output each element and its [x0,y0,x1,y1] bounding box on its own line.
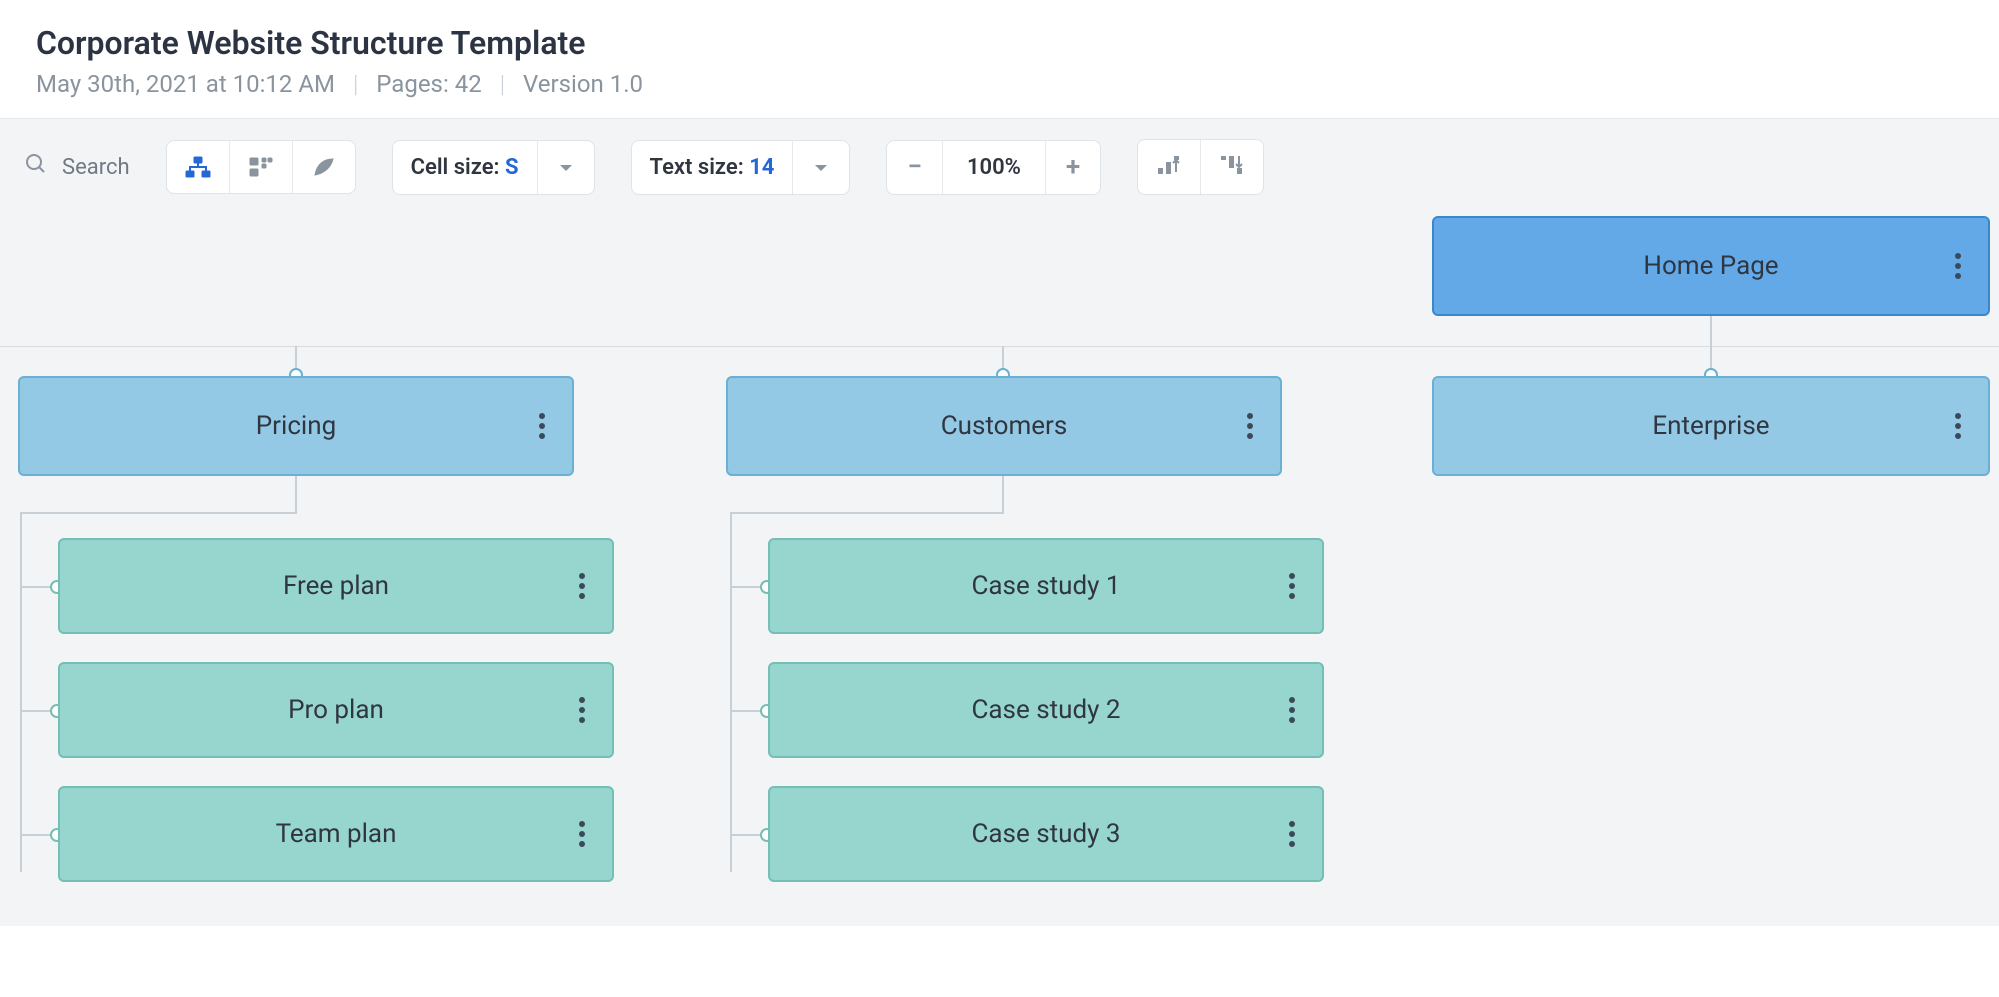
node-home-page[interactable]: Home Page [1432,216,1990,316]
node-more-button[interactable] [570,690,594,730]
meta-pages-value: 42 [455,70,482,98]
node-label: Case study 2 [770,695,1322,725]
node-label: Team plan [60,819,612,849]
search-button[interactable]: Search [24,152,130,182]
node-free-plan[interactable]: Free plan [58,538,614,634]
zoom-control: − 100% + [886,140,1101,195]
node-enterprise[interactable]: Enterprise [1432,376,1990,476]
connector [730,512,732,872]
view-grid-button[interactable] [230,141,293,193]
node-more-button[interactable] [530,406,554,446]
zoom-in-button[interactable]: + [1046,142,1100,192]
connector [1710,316,1712,376]
node-label: Free plan [60,571,612,601]
search-icon [24,152,48,182]
connector [730,512,1004,514]
node-pricing[interactable]: Pricing [18,376,574,476]
node-case-study-2[interactable]: Case study 2 [768,662,1324,758]
node-team-plan[interactable]: Team plan [58,786,614,882]
view-tree-button[interactable] [167,141,230,193]
meta-date: May 30th, 2021 at 10:12 AM [36,70,335,98]
node-more-button[interactable] [570,566,594,606]
horizontal-divider [0,346,1999,347]
view-feather-button[interactable] [293,141,355,193]
node-more-button[interactable] [1946,406,1970,446]
meta-separator: | [500,70,505,98]
sort-group [1137,139,1264,195]
node-more-button[interactable] [1280,566,1304,606]
zoom-value: 100% [942,141,1046,194]
meta-pages-label: Pages: [376,70,448,98]
node-label: Home Page [1434,251,1988,281]
search-label: Search [62,155,130,180]
node-more-button[interactable] [1946,246,1970,286]
connector [1002,476,1004,512]
chevron-down-icon [792,141,849,194]
node-label: Case study 1 [770,571,1322,601]
view-mode-group [166,140,356,194]
meta-version: Version 1.0 [523,70,643,98]
text-size-value: 14 [749,155,774,180]
meta-pages: Pages: 42 [376,70,481,98]
sort-descending-button[interactable] [1201,140,1263,194]
node-case-study-3[interactable]: Case study 3 [768,786,1324,882]
cell-size-select[interactable]: Cell size: S [392,140,595,195]
cell-size-value: S [505,155,519,180]
text-size-label: Text size: [650,155,744,180]
node-more-button[interactable] [1280,814,1304,854]
node-more-button[interactable] [1238,406,1262,446]
page-title: Corporate Website Structure Template [36,24,1963,62]
cell-size-label: Cell size: [411,155,500,180]
toolbar: Search Cell size: S Text size: [24,139,1975,195]
connector [295,476,297,512]
node-label: Enterprise [1434,411,1988,441]
sort-ascending-button[interactable] [1138,140,1201,194]
node-pro-plan[interactable]: Pro plan [58,662,614,758]
zoom-out-button[interactable]: − [887,142,942,192]
text-size-select[interactable]: Text size: 14 [631,140,851,195]
connector [20,512,297,514]
node-customers[interactable]: Customers [726,376,1282,476]
text-size-label-wrap: Text size: 14 [632,141,793,194]
node-label: Case study 3 [770,819,1322,849]
node-label: Customers [728,411,1280,441]
node-label: Pro plan [60,695,612,725]
chevron-down-icon [537,141,594,194]
page-header: Corporate Website Structure Template May… [0,0,1999,118]
node-more-button[interactable] [1280,690,1304,730]
cell-size-label-wrap: Cell size: S [393,141,537,194]
node-label: Pricing [20,411,572,441]
page-meta: May 30th, 2021 at 10:12 AM | Pages: 42 |… [36,70,1963,98]
node-more-button[interactable] [570,814,594,854]
node-case-study-1[interactable]: Case study 1 [768,538,1324,634]
sitemap-canvas[interactable]: Home Page Pricing Free plan Pro plan Tea… [0,216,1999,926]
connector [20,512,22,872]
meta-separator: | [353,70,358,98]
